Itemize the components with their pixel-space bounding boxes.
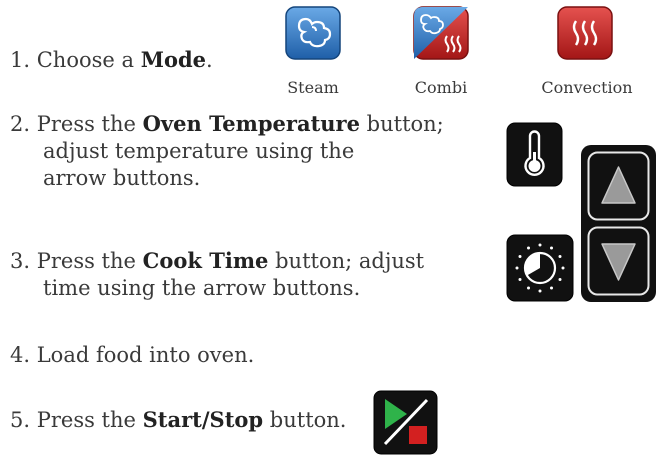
step-2-bold: Oven Temperature: [142, 111, 360, 136]
steam-mode-button[interactable]: [285, 6, 341, 60]
timer-dial-icon: [506, 234, 574, 302]
cook-time-button[interactable]: [506, 234, 574, 302]
step-1-number: 1.: [10, 48, 31, 72]
steam-icon: [285, 6, 341, 60]
steam-label: Steam: [287, 78, 339, 97]
convection-mode-button[interactable]: [557, 6, 613, 60]
step-2-number: 2.: [10, 112, 31, 136]
convection-icon: [557, 6, 613, 60]
arrow-button-panel: [581, 145, 656, 302]
step-1-text: Choose a: [36, 48, 141, 72]
step-5-after: button.: [263, 408, 347, 432]
thermometer-icon: [506, 122, 563, 187]
start-stop-icon: [373, 390, 438, 455]
step-4-number: 4.: [10, 343, 31, 367]
step-1-bold: Mode: [140, 47, 206, 72]
step-1-after: .: [206, 48, 213, 72]
combi-label: Combi: [414, 78, 468, 97]
down-arrow-icon: [587, 226, 650, 296]
step-5-text: Press the: [36, 408, 143, 432]
convection-label: Convection: [541, 78, 633, 97]
combi-icon: [413, 6, 469, 60]
step-3: 3. Press the Cook Time button; adjust ti…: [10, 247, 424, 302]
step-5-bold: Start/Stop: [142, 407, 264, 432]
step-2-text: Press the: [36, 112, 143, 136]
step-5-number: 5.: [10, 408, 31, 432]
down-arrow-button[interactable]: [587, 226, 650, 296]
up-arrow-icon: [587, 151, 650, 221]
step-2-line3: arrow buttons.: [43, 166, 201, 190]
step-3-text: Press the: [36, 249, 143, 273]
start-stop-button[interactable]: [373, 390, 438, 455]
step-3-after: button; adjust: [268, 249, 425, 273]
step-2-after: button;: [359, 112, 444, 136]
oven-temperature-button[interactable]: [506, 122, 563, 187]
step-4: 4. Load food into oven.: [10, 342, 254, 369]
step-1: 1. Choose a Mode.: [10, 46, 213, 74]
up-arrow-button[interactable]: [587, 151, 650, 221]
step-3-line2: time using the arrow buttons.: [43, 276, 361, 300]
step-3-bold: Cook Time: [142, 248, 269, 273]
step-5: 5. Press the Start/Stop button.: [10, 406, 346, 434]
step-2-line2: adjust temperature using the: [43, 139, 355, 163]
combi-mode-button[interactable]: [413, 6, 469, 60]
step-4-text: Load food into oven.: [36, 343, 255, 367]
step-2: 2. Press the Oven Temperature button; ad…: [10, 110, 444, 192]
step-3-number: 3.: [10, 249, 31, 273]
